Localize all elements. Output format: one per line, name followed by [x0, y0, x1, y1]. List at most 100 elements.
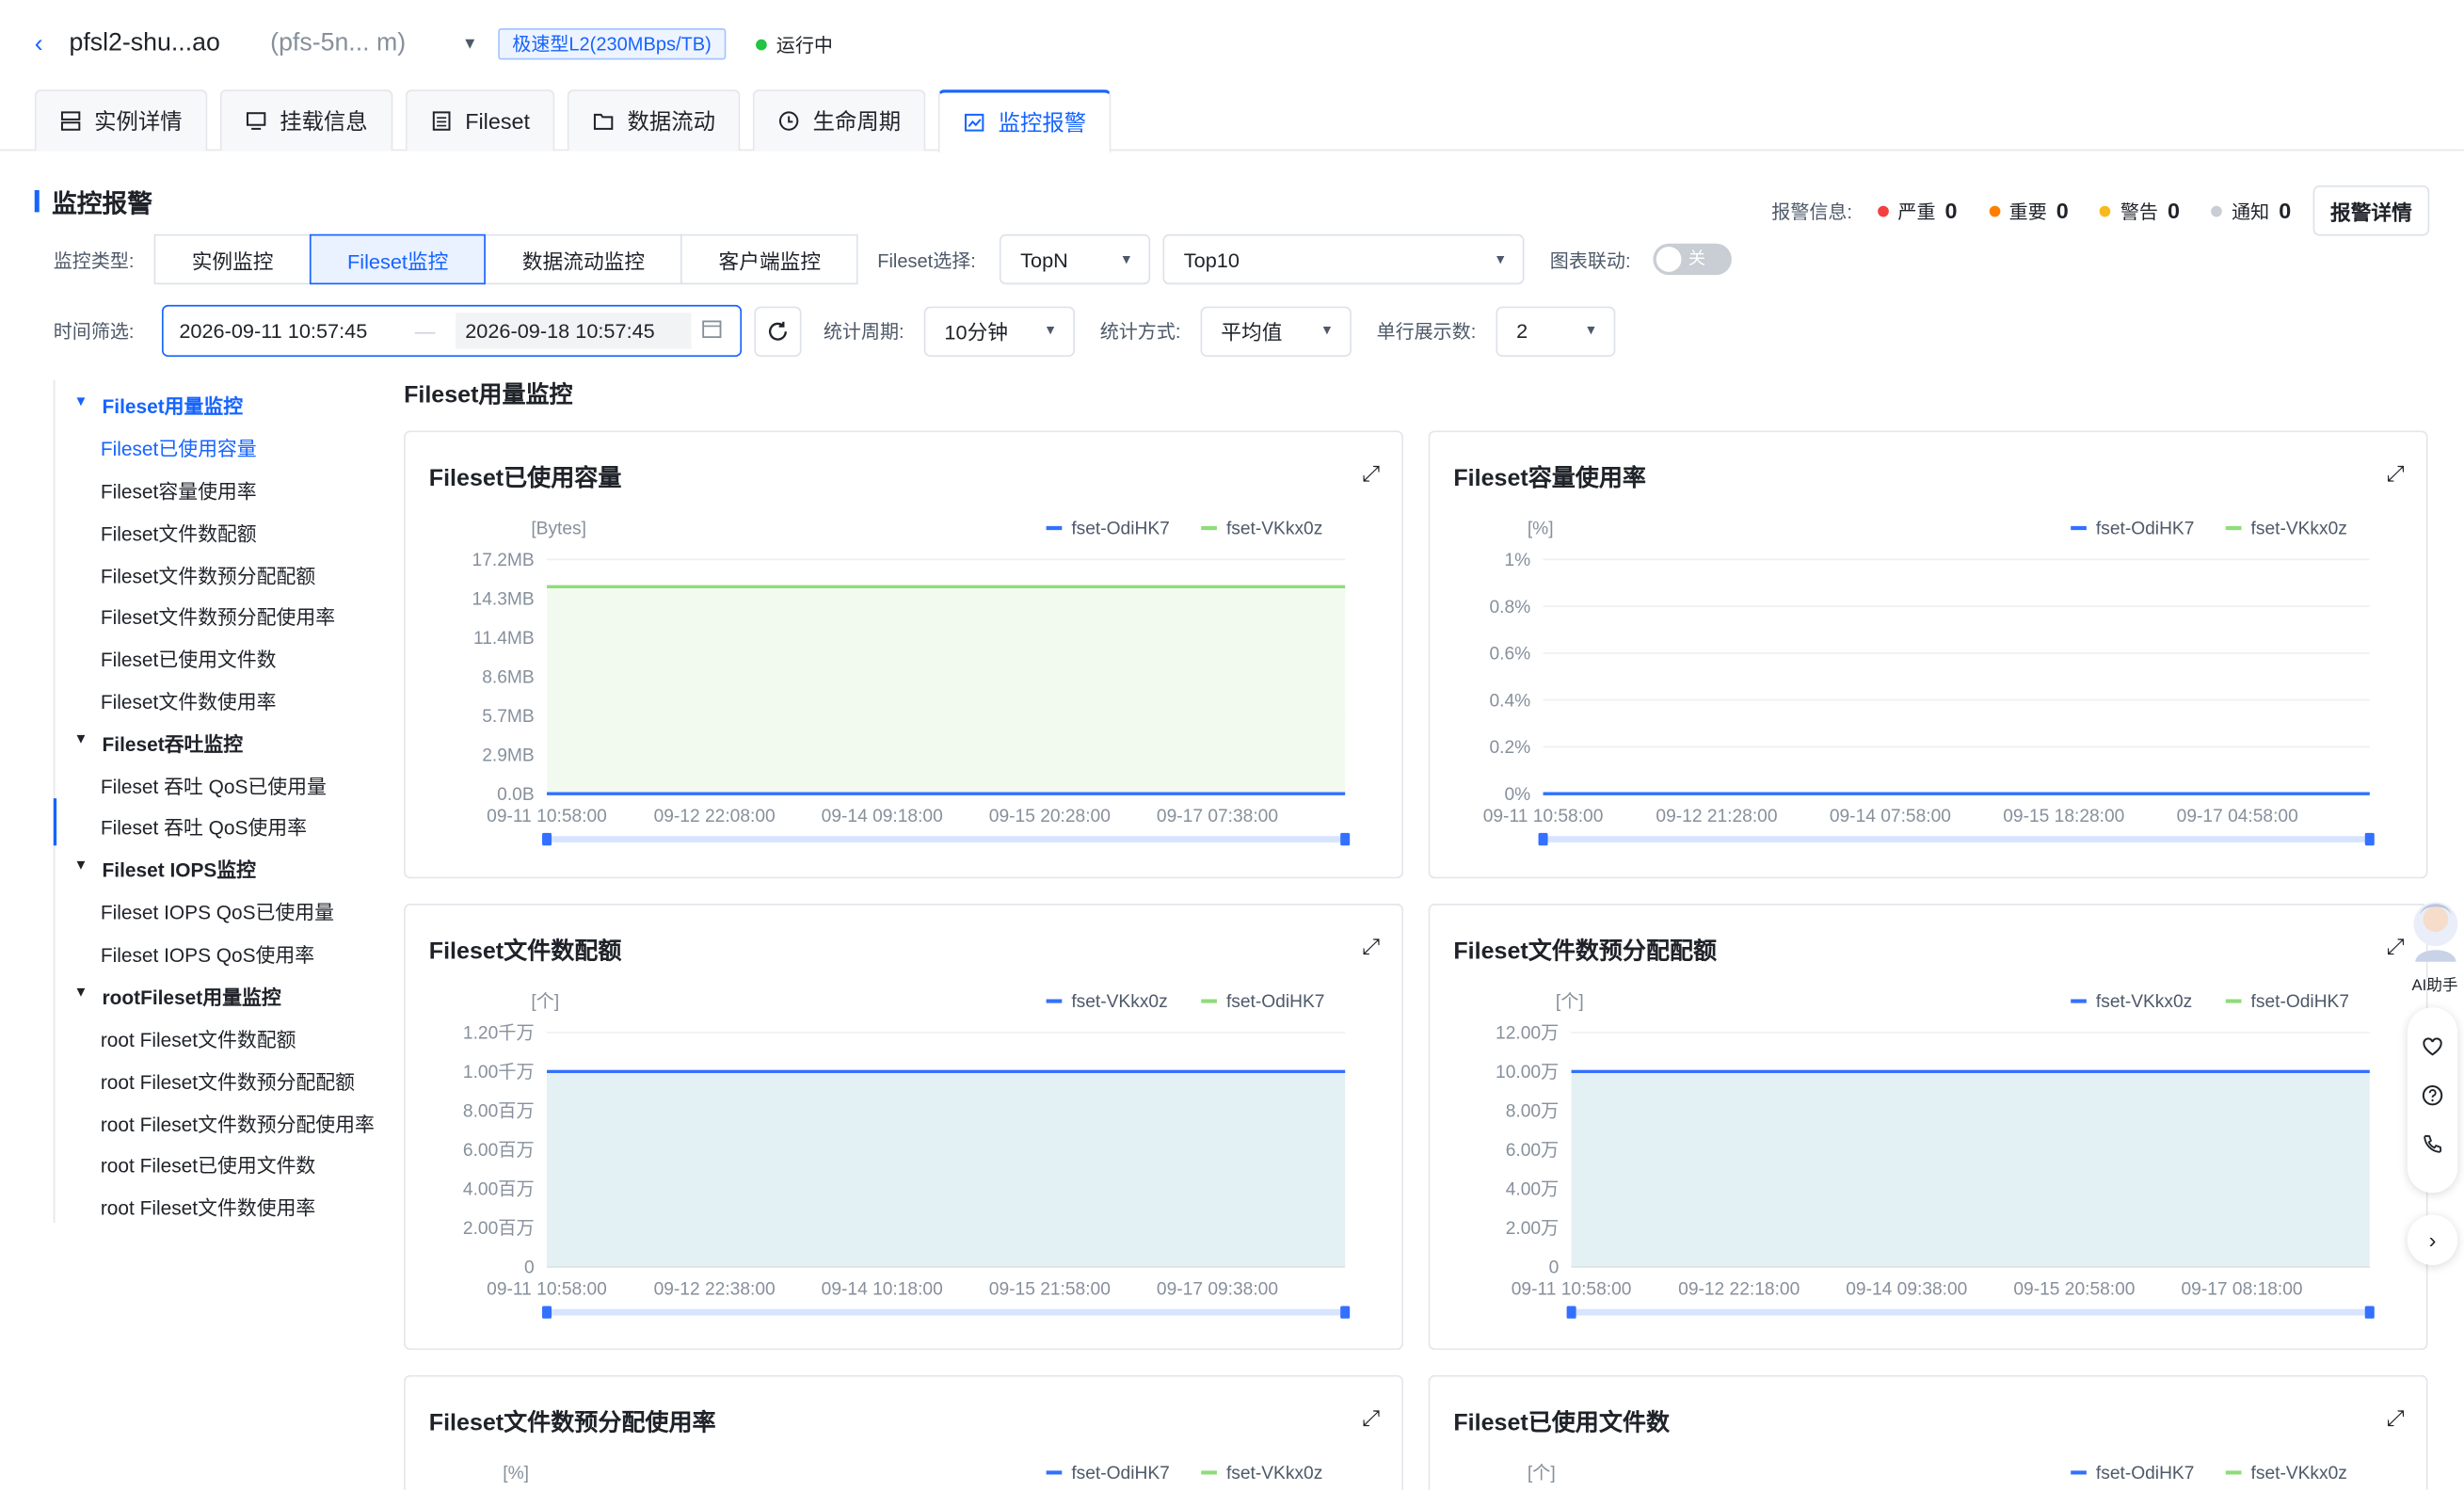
- chart-card: Fileset文件数预分配配额 ⤢ [个] fset-OdiHK7 fset-VKkx0…: [1428, 904, 2428, 1351]
- rows-select[interactable]: 2 ▾: [1496, 305, 1616, 357]
- calendar-icon[interactable]: [701, 317, 723, 344]
- method-label: 统计方式:: [1099, 320, 1181, 343]
- y-tick-label: 17.2MB: [472, 551, 535, 570]
- chart-link-toggle[interactable]: 关: [1653, 243, 1733, 276]
- caret-down-icon[interactable]: ▼: [73, 393, 88, 409]
- tab-label: 实例详情: [94, 108, 183, 134]
- rows-label: 单行展示数:: [1376, 320, 1477, 343]
- nav-item[interactable]: Fileset文件数预分配使用率: [101, 601, 335, 631]
- type-instance[interactable]: 实例监控: [153, 233, 312, 285]
- instance-id: (pfs-5n... m): [270, 29, 407, 57]
- status-badge: 运行中: [756, 31, 833, 57]
- y-tick-label: 1%: [1504, 551, 1530, 570]
- chart-svg: [个] fset-OdiHK7 fset-VKkx0z 12.00万 10.00万 8.0…: [1496, 991, 2375, 1319]
- legend-label: fset-OdiHK7: [2096, 1464, 2195, 1483]
- nav-item[interactable]: Fileset IOPS QoS已使用量: [101, 896, 334, 926]
- tab-label: 监控报警: [998, 109, 1087, 136]
- type-dataflow[interactable]: 数据流动监控: [484, 233, 683, 285]
- notice-dot-icon: [2211, 204, 2223, 216]
- nav-item[interactable]: Fileset 吞吐 QoS已使用量: [101, 770, 327, 800]
- nav-item[interactable]: root Fileset文件数使用率: [101, 1192, 315, 1222]
- period-select[interactable]: 10分钟 ▾: [923, 305, 1076, 357]
- nav-group-fileset-throughput[interactable]: Fileset吞吐监控: [103, 728, 244, 758]
- start-date[interactable]: 2026-09-11 10:57:45: [179, 319, 414, 343]
- type-fileset[interactable]: Fileset监控: [309, 233, 487, 285]
- spec-tag: 极速型L2(230MBps/TB): [498, 28, 726, 60]
- nav-item[interactable]: Fileset文件数配额: [101, 517, 257, 547]
- caret-down-icon[interactable]: ▼: [73, 730, 88, 746]
- nav-item[interactable]: root Fileset文件数配额: [101, 1023, 296, 1053]
- tab-data-flow[interactable]: 数据流动: [568, 89, 741, 152]
- nav-item[interactable]: root Fileset文件数预分配使用率: [101, 1108, 375, 1138]
- nav-group-root-fileset[interactable]: rootFileset用量监控: [103, 981, 281, 1011]
- zoom-slider: [1543, 836, 2370, 842]
- y-tick-label: 8.6MB: [482, 667, 534, 687]
- chevron-down-icon: ▾: [1322, 322, 1332, 340]
- nav-item[interactable]: root Fileset已使用文件数: [101, 1148, 315, 1178]
- range-separator: —: [414, 318, 436, 343]
- monitor-icon: [245, 110, 266, 132]
- chevron-down-icon[interactable]: ▾: [465, 31, 474, 53]
- y-tick-label: 14.3MB: [472, 590, 535, 610]
- y-tick-label: 11.4MB: [473, 629, 535, 649]
- tab-lifecycle[interactable]: 生命周期: [753, 89, 926, 152]
- method-select[interactable]: 平均值 ▾: [1200, 305, 1352, 357]
- help-icon[interactable]: [2422, 1084, 2443, 1114]
- nav-group-fileset-usage[interactable]: Fileset用量监控: [103, 390, 244, 420]
- fileset-mode-value: TopN: [1020, 247, 1068, 272]
- y-tick-label: 2.00百万: [463, 1219, 535, 1239]
- nav-item[interactable]: Fileset已使用容量: [101, 432, 257, 462]
- chart-card: Fileset文件数预分配使用率 ⤢ [%] fset-VKkx0z fset-OdiH…: [404, 1374, 1403, 1490]
- y-tick-label: 0.4%: [1489, 691, 1530, 711]
- y-tick-label: 2.00万: [1506, 1219, 1560, 1239]
- x-tick-label: 09-15 21:58:00: [989, 1280, 1111, 1300]
- collapse-chevron-right-icon[interactable]: ›: [2407, 1214, 2458, 1266]
- caret-down-icon[interactable]: ▼: [73, 857, 88, 873]
- warning-dot-icon: [2100, 204, 2111, 216]
- refresh-button[interactable]: [754, 305, 802, 357]
- zoom-handle-right: [2364, 832, 2375, 846]
- y-unit-label: [%]: [503, 1464, 529, 1483]
- nav-item[interactable]: root Fileset文件数预分配配额: [101, 1066, 355, 1096]
- date-range-picker[interactable]: 2026-09-11 10:57:45 — 2026-09-18 10:57:4…: [161, 304, 743, 357]
- series-area: [1571, 1071, 2370, 1267]
- section-title-text: 监控报警: [52, 191, 152, 219]
- tab-label: 数据流动: [627, 108, 716, 134]
- tab-instance-detail[interactable]: 实例详情: [34, 89, 208, 152]
- y-tick-label: 8.00万: [1506, 1102, 1560, 1122]
- legend-label: fset-VKkx0z: [1071, 992, 1167, 1012]
- nav-group-fileset-iops[interactable]: Fileset IOPS监控: [103, 854, 257, 884]
- nav-item[interactable]: Fileset文件数使用率: [101, 685, 277, 715]
- y-tick-label: 4.00万: [1506, 1179, 1560, 1199]
- nav-item[interactable]: Fileset IOPS QoS使用率: [101, 938, 314, 969]
- chevron-down-icon: ▾: [1496, 250, 1505, 268]
- float-action-group: [2407, 1007, 2458, 1194]
- alarm-critical-count: 0: [1944, 198, 1958, 224]
- tab-fileset[interactable]: Fileset: [405, 89, 555, 152]
- tab-mount-info[interactable]: 挂载信息: [219, 89, 393, 152]
- nav-item[interactable]: Fileset容量使用率: [101, 474, 257, 505]
- x-tick-label: 09-11 10:58:00: [1512, 1280, 1632, 1300]
- nav-item[interactable]: Fileset已使用文件数: [101, 643, 277, 673]
- chevron-down-icon: ▾: [1046, 322, 1055, 340]
- nav-item[interactable]: Fileset文件数预分配配额: [101, 559, 315, 589]
- server-icon: [59, 110, 81, 132]
- filter-row-time: 时间筛选: 2026-09-11 10:57:45 — 2026-09-18 1…: [54, 304, 1616, 357]
- end-date[interactable]: 2026-09-18 10:57:45: [456, 313, 692, 349]
- tab-monitoring-alarm[interactable]: 监控报警: [938, 89, 1112, 152]
- y-tick-label: 2.9MB: [482, 746, 534, 765]
- phone-icon[interactable]: [2422, 1133, 2443, 1163]
- alarm-warning-count: 0: [2168, 198, 2181, 224]
- fileset-mode-select[interactable]: TopN ▾: [1000, 233, 1151, 285]
- caret-down-icon[interactable]: ▼: [73, 984, 88, 1000]
- nav-active-indicator: [53, 798, 57, 846]
- type-client[interactable]: 客户端监控: [680, 233, 859, 285]
- heart-icon[interactable]: [2422, 1035, 2443, 1066]
- alarm-detail-button[interactable]: 报警详情: [2312, 185, 2430, 236]
- ai-assistant-avatar[interactable]: [2406, 892, 2459, 968]
- nav-item[interactable]: Fileset 吞吐 QoS使用率: [101, 811, 307, 842]
- back-icon[interactable]: ‹: [35, 31, 43, 59]
- y-unit-label: [Bytes]: [531, 520, 586, 539]
- fileset-top-select[interactable]: Top10 ▾: [1163, 233, 1526, 285]
- ai-assistant-label[interactable]: AI助手: [2406, 971, 2464, 994]
